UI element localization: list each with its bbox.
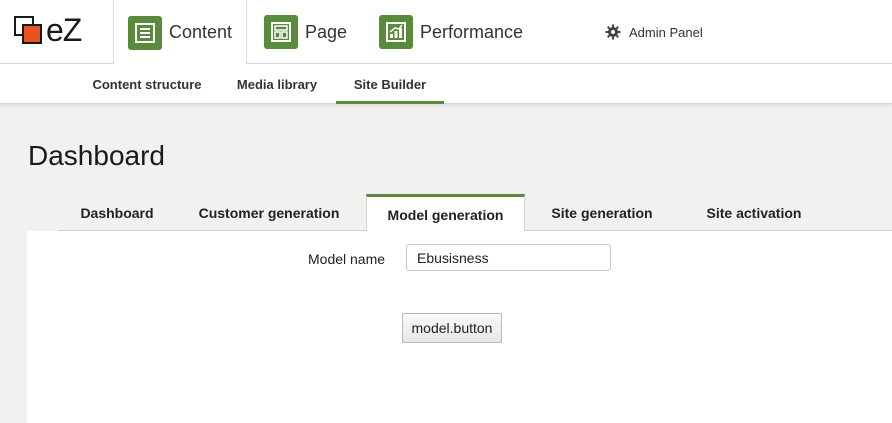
tab-dashboard[interactable]: Dashboard — [58, 194, 176, 231]
model-button[interactable]: model.button — [402, 313, 502, 343]
tab-model-generation[interactable]: Model generation — [366, 194, 525, 232]
page-title: Dashboard — [28, 140, 165, 171]
logo-text: eZ — [46, 12, 82, 48]
performance-icon — [379, 15, 413, 49]
main-tab-content-label: Content — [169, 22, 233, 42]
tab-site-generation-label: Site generation — [551, 204, 653, 221]
content-icon — [128, 15, 162, 50]
logo-front-square — [22, 24, 42, 44]
subnav-site-builder-label: Site Builder — [353, 76, 427, 92]
tab-model-generation-label: Model generation — [387, 206, 504, 223]
tab-dashboard-label: Dashboard — [80, 204, 154, 221]
subnav-media-library[interactable]: Media library — [233, 64, 321, 104]
main-tab-page-label: Page — [305, 21, 348, 42]
main-tab-performance-label: Performance — [420, 21, 524, 42]
tab-customer-generation[interactable]: Customer generation — [178, 194, 360, 231]
top-bar: eZ Content Page Performance Admin Panel — [0, 0, 892, 65]
page-icon — [264, 15, 298, 49]
tab-site-activation-label: Site activation — [706, 204, 802, 221]
subnav-content-structure-label: Content structure — [92, 76, 202, 92]
subnav-site-builder[interactable]: Site Builder — [336, 64, 444, 104]
admin-panel-link[interactable]: Admin Panel — [605, 22, 703, 42]
sub-navigation: Content structure Media library Site Bui… — [0, 64, 892, 104]
gear-icon — [605, 24, 621, 40]
model-name-label: Model name — [308, 251, 386, 267]
subnav-media-library-label: Media library — [236, 76, 318, 92]
tab-site-activation[interactable]: Site activation — [678, 194, 830, 231]
admin-panel-label: Admin Panel — [629, 24, 703, 40]
content-tabs: Dashboard Customer generation Model gene… — [58, 194, 892, 232]
main-tab-performance[interactable]: Performance — [379, 0, 523, 64]
model-name-input[interactable] — [406, 244, 611, 271]
ez-logo[interactable]: eZ — [14, 12, 92, 48]
tab-site-generation[interactable]: Site generation — [528, 194, 676, 231]
subnav-content-structure[interactable]: Content structure — [90, 64, 204, 104]
main-tab-content[interactable]: Content — [113, 0, 247, 65]
main-tab-page[interactable]: Page — [264, 0, 347, 64]
tab-customer-generation-label: Customer generation — [198, 204, 340, 221]
